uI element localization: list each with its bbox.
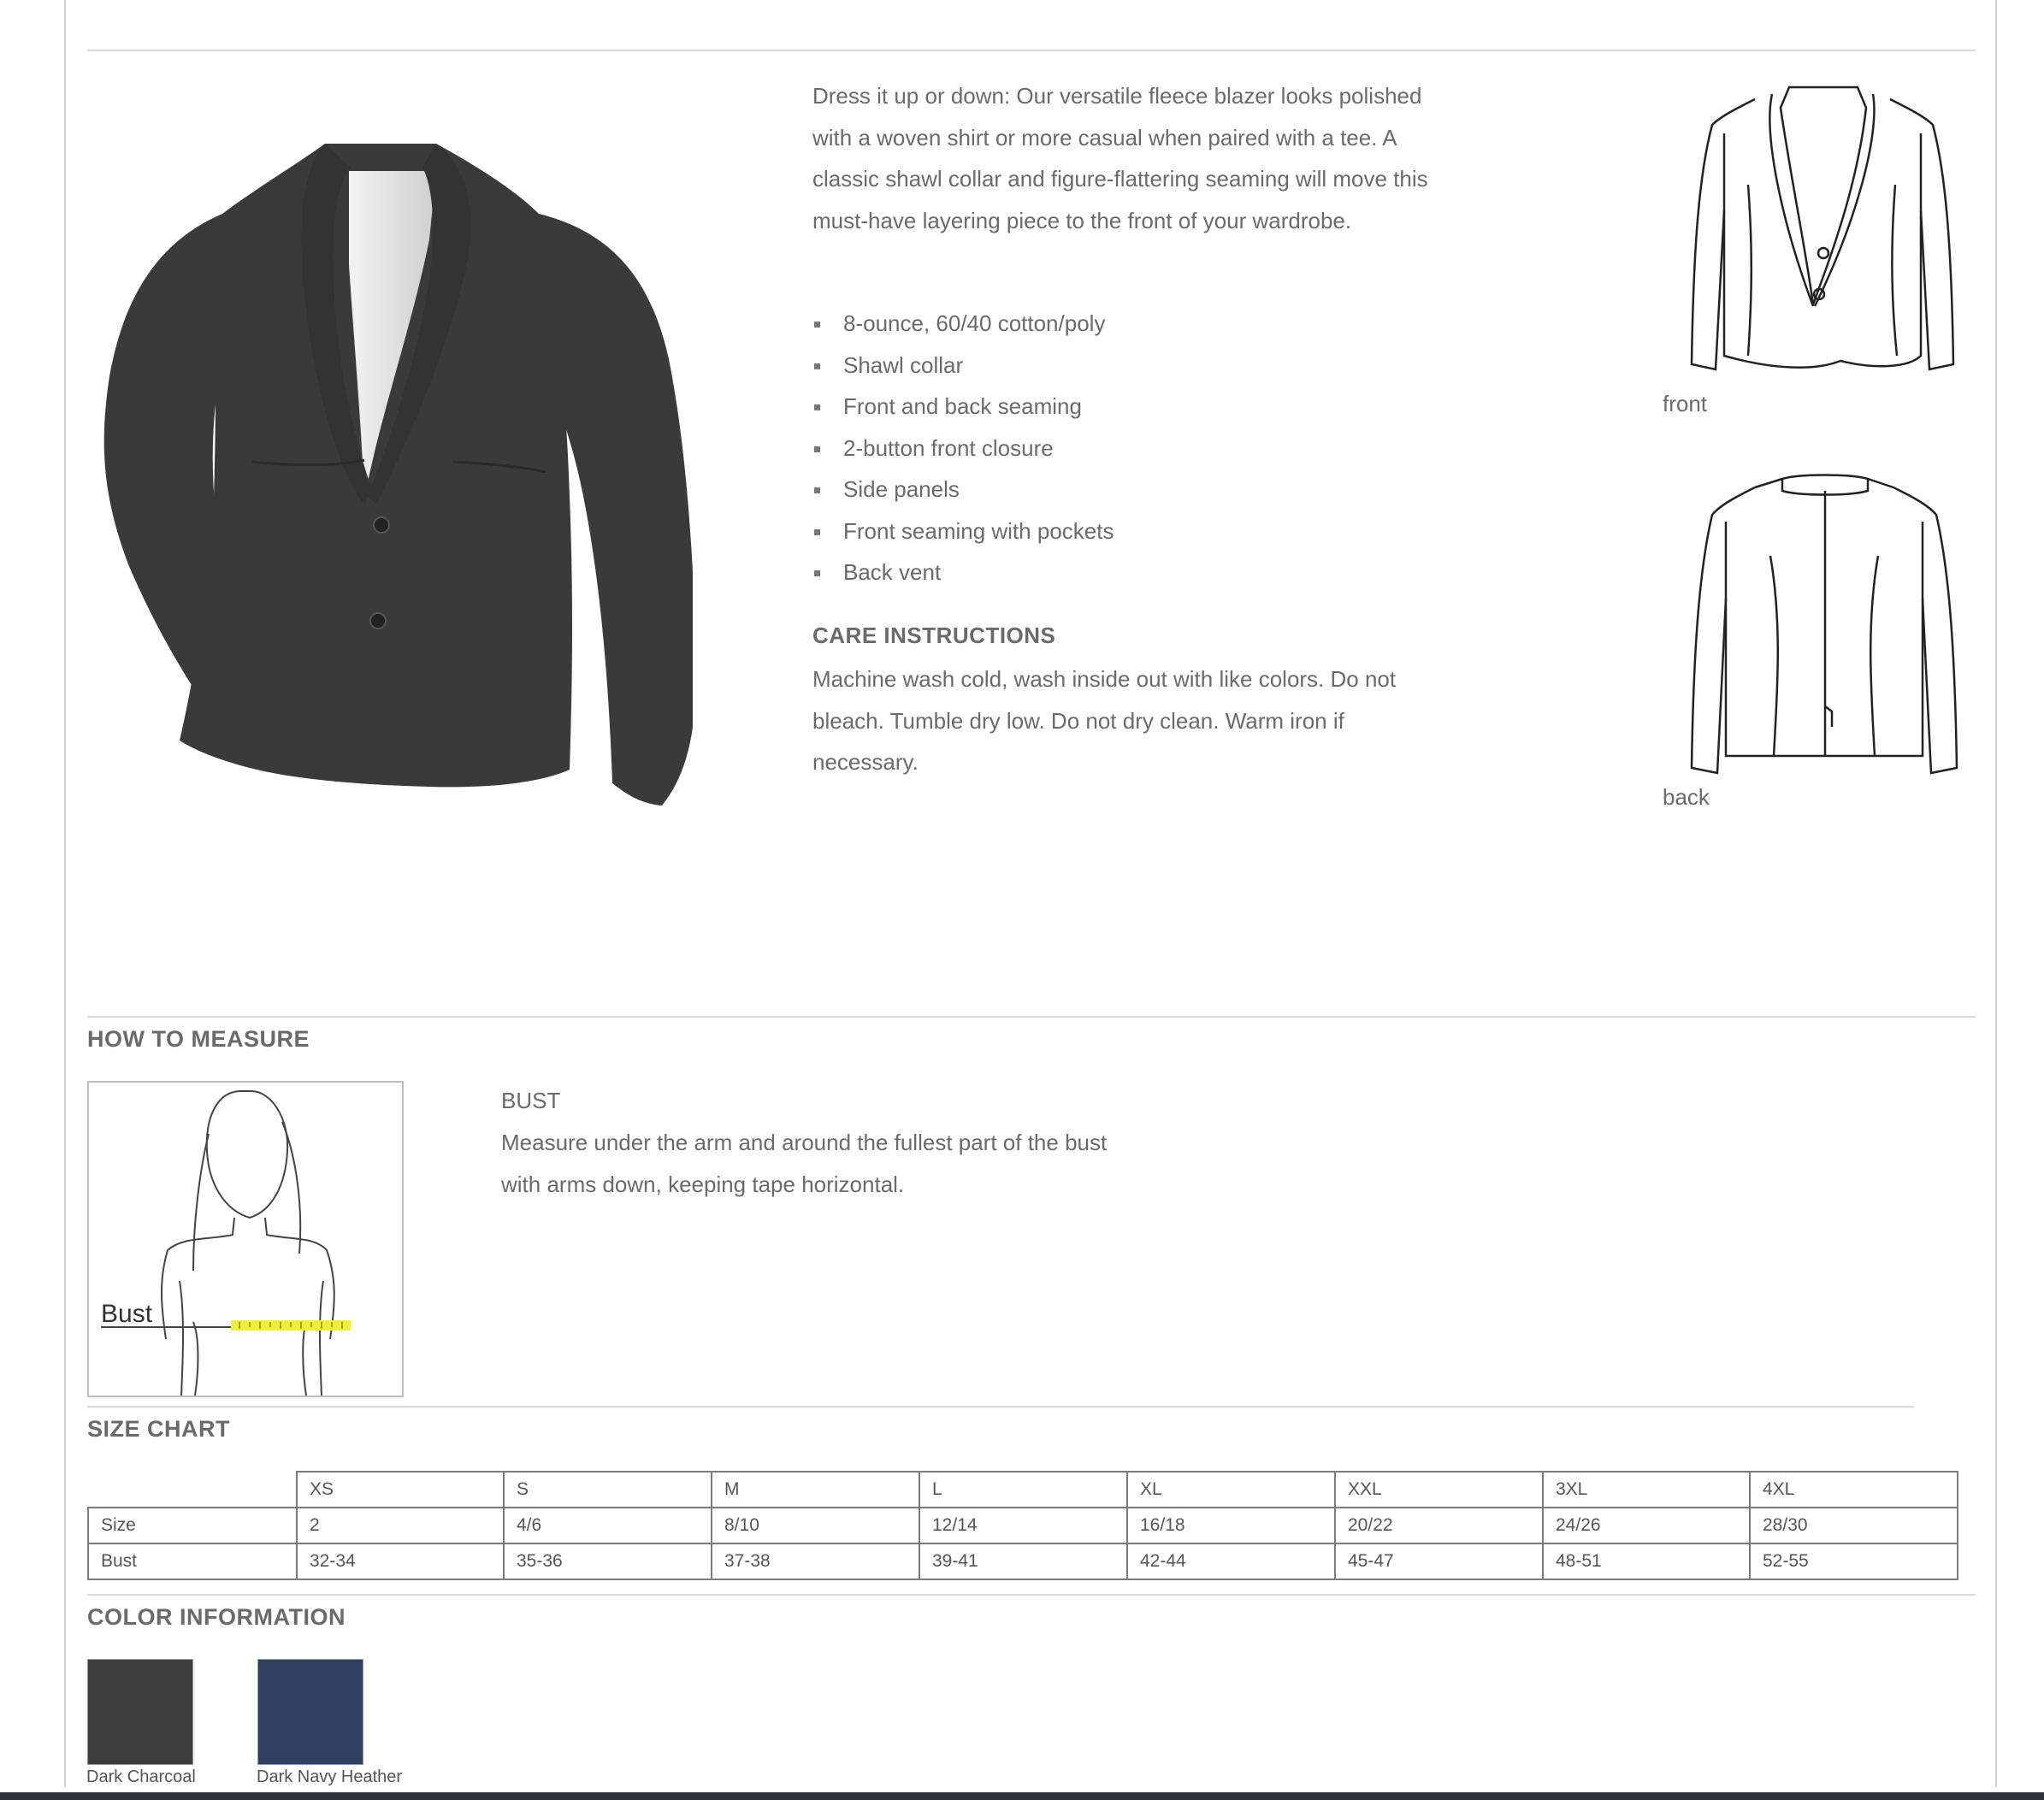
blazer-body xyxy=(103,144,693,806)
table-cell: 24/26 xyxy=(1542,1507,1751,1544)
row-label: Size xyxy=(87,1507,298,1544)
size-column-header: S xyxy=(503,1471,712,1508)
figure-shoulder-left xyxy=(161,1217,235,1340)
size-chart-title: SIZE CHART xyxy=(87,1416,230,1442)
size-column-header: XXL xyxy=(1334,1471,1544,1508)
bust-measure-diagram: Bust xyxy=(87,1081,404,1397)
row-label: Bust xyxy=(87,1543,298,1580)
table-cell: 52-55 xyxy=(1749,1543,1958,1580)
figure-arm-left xyxy=(179,1280,184,1396)
table-cell: 28/30 xyxy=(1749,1507,1958,1544)
page-border-right xyxy=(1995,0,1997,1787)
feature-item: 2-button front closure xyxy=(812,428,1411,469)
size-column-header: M xyxy=(711,1471,920,1508)
table-cell: 12/14 xyxy=(919,1507,1128,1544)
diagram-bust-label: Bust xyxy=(101,1300,153,1328)
figure-head xyxy=(205,1090,289,1219)
how-to-measure-title: HOW TO MEASURE xyxy=(87,1026,310,1052)
table-cell: 35-36 xyxy=(503,1543,712,1580)
table-row: Bust 32-34 35-36 37-38 39-41 42-44 45-47… xyxy=(87,1543,1958,1580)
feature-item: Side panels xyxy=(812,469,1411,510)
bust-instructions: Measure under the arm and around the ful… xyxy=(501,1130,1108,1197)
figure-side-left xyxy=(192,1321,199,1396)
size-chart-table: XS S M L XL XXL 3XL 4XL Size 2 4/6 8/10 … xyxy=(87,1471,1958,1580)
feature-item: Front seaming with pockets xyxy=(812,510,1411,552)
back-flat-label: back xyxy=(1663,784,1710,810)
blazer-back-flat-drawing xyxy=(1690,474,1958,775)
bust-heading: BUST xyxy=(501,1088,561,1113)
figure-side-right xyxy=(302,1321,307,1396)
table-cell: 2 xyxy=(296,1507,505,1544)
blazer-button-bottom xyxy=(369,612,387,629)
swatch-label: Dark Navy Heather xyxy=(257,1768,403,1786)
section-divider xyxy=(87,1594,1976,1596)
blazer-front-flat-drawing xyxy=(1690,86,1955,371)
flat-button-top xyxy=(1817,246,1830,260)
table-cell: 4/6 xyxy=(503,1507,712,1544)
section-divider xyxy=(87,1406,1914,1408)
top-divider xyxy=(87,50,1976,51)
size-column-header: 4XL xyxy=(1749,1471,1958,1508)
size-column-header: L xyxy=(919,1471,1128,1508)
table-cell: 45-47 xyxy=(1334,1543,1544,1580)
swatch-label: Dark Charcoal xyxy=(86,1768,196,1786)
figure-arm-right xyxy=(319,1280,324,1396)
bottom-taskbar-edge xyxy=(0,1792,2044,1800)
table-row: Size 2 4/6 8/10 12/14 16/18 20/22 24/26 … xyxy=(87,1507,1958,1544)
table-cell: 48-51 xyxy=(1542,1543,1751,1580)
table-cell: 20/22 xyxy=(1334,1507,1544,1544)
blazer-product-photo xyxy=(103,144,693,806)
table-cell: 39-41 xyxy=(919,1543,1128,1580)
table-cell: 37-38 xyxy=(711,1543,920,1580)
feature-item: Front and back seaming xyxy=(812,386,1411,428)
feature-list: 8-ounce, 60/40 cotton/poly Shawl collar … xyxy=(812,303,1411,593)
size-column-header: 3XL xyxy=(1542,1471,1751,1508)
size-column-header: XS xyxy=(296,1471,505,1508)
table-cell: 8/10 xyxy=(711,1507,920,1544)
color-swatch-dark-navy-heather[interactable] xyxy=(257,1659,363,1765)
color-swatch-dark-charcoal[interactable] xyxy=(87,1659,193,1765)
table-cell: 16/18 xyxy=(1126,1507,1336,1544)
page-border-left xyxy=(64,0,66,1787)
table-cell: 32-34 xyxy=(296,1543,505,1580)
feature-item: 8-ounce, 60/40 cotton/poly xyxy=(812,303,1411,345)
care-instructions-title: CARE INSTRUCTIONS xyxy=(812,623,1056,648)
figure-hair-right xyxy=(281,1121,302,1254)
blazer-button-top xyxy=(373,516,390,534)
section-divider xyxy=(87,1016,1976,1018)
product-description: Dress it up or down: Our versatile fleec… xyxy=(812,83,1428,233)
size-header-corner xyxy=(88,1472,298,1508)
color-information-title: COLOR INFORMATION xyxy=(87,1604,346,1630)
size-header-row: XS S M L XL XXL 3XL 4XL xyxy=(88,1471,1958,1508)
care-instructions-text: Machine wash cold, wash inside out with … xyxy=(812,666,1397,775)
table-cell: 42-44 xyxy=(1126,1543,1336,1580)
feature-item: Shawl collar xyxy=(812,345,1411,387)
feature-item: Back vent xyxy=(812,552,1411,593)
size-column-header: XL xyxy=(1126,1471,1336,1508)
front-flat-label: front xyxy=(1663,391,1708,416)
